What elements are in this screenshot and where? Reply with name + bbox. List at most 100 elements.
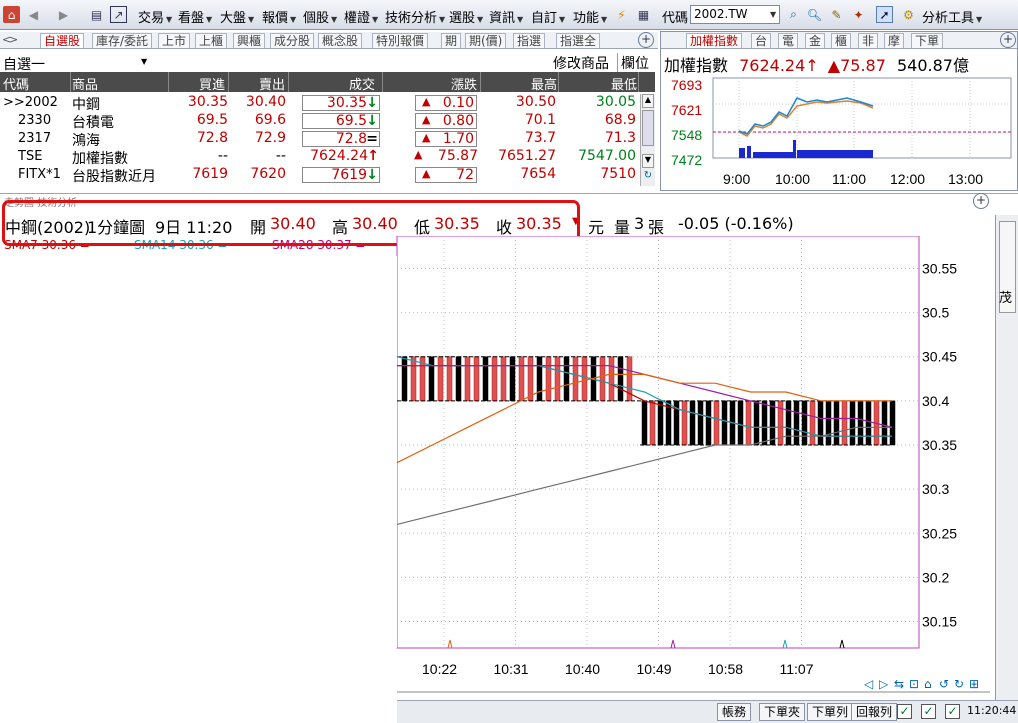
scroll-up-icon[interactable]: ▲ (642, 94, 654, 108)
chart-tool-icon-1[interactable]: ▷ (879, 677, 889, 691)
index-tab-0[interactable]: 加權指數 (686, 33, 743, 48)
alert-icon[interactable]: ✦ (850, 6, 867, 23)
code-input[interactable]: 2002.TW (690, 5, 780, 24)
refresh-icon[interactable]: ↻ (642, 170, 654, 184)
quote-search-icon[interactable]: ⌕ (785, 6, 802, 23)
tab-watchlist-6[interactable]: 概念股 (318, 33, 363, 48)
header-col-1[interactable]: 商品 (72, 74, 98, 93)
code-dropdown-icon[interactable]: ▼ (770, 6, 780, 23)
index-tab-2[interactable]: 電 (778, 33, 799, 48)
tab-watchlist-1[interactable]: 庫存/委託 (92, 33, 153, 48)
print-icon[interactable]: ▤ (88, 6, 105, 23)
menu-item-9[interactable]: 自訂 ▼ (531, 7, 565, 26)
row-bid: 72.8 (196, 130, 228, 146)
index-tab-5[interactable]: 非 (858, 33, 879, 48)
modify-symbols-button[interactable]: 修改商品 (553, 53, 609, 73)
candle-47 (809, 400, 816, 446)
pointer-icon[interactable]: ➚ (876, 6, 893, 23)
chevron-down-icon: ▼ (290, 15, 297, 24)
tab-watchlist-11[interactable]: 指選全 (556, 33, 601, 48)
chart-tool-icon-7[interactable]: ⊞ (969, 677, 979, 691)
index-tab-7[interactable]: 下單 (911, 33, 944, 48)
row-last-box: 30.35 ↓ (302, 95, 380, 111)
tab-watchlist-8[interactable]: 期 (441, 33, 462, 48)
chart-tool-icon-6[interactable]: ↻ (954, 677, 964, 691)
bottom-button-1[interactable]: 下單夾 (759, 703, 806, 721)
chevron-down-icon: ▼ (166, 15, 173, 24)
menu-item-4[interactable]: 個股 ▼ (303, 7, 337, 26)
scroll-thumb[interactable] (642, 110, 654, 146)
header-col-2[interactable]: 買進 (199, 74, 225, 93)
dictionary-icon[interactable]: ✎ (828, 6, 845, 23)
bottom-button-2[interactable]: 下單列 (807, 703, 854, 721)
header-col-0[interactable]: 代碼 (3, 74, 29, 93)
tab-watchlist-9[interactable]: 期(價) (465, 33, 507, 48)
watchlist-scrollbar[interactable]: ▲ ▼ ↻ (640, 94, 655, 186)
tab-watchlist-4[interactable]: 興櫃 (233, 33, 266, 48)
chart-tool-icon-2[interactable]: ⇆ (894, 677, 904, 691)
bottom-button-3[interactable]: 回報列 (851, 703, 898, 721)
bottom-button-0[interactable]: 帳務 (717, 703, 752, 721)
index-tab-1[interactable]: 台 (751, 33, 772, 48)
analysis-tools-menu[interactable]: 分析工具 ▼ (922, 7, 982, 26)
menu-item-3[interactable]: 報價 ▼ (262, 7, 296, 26)
index-zoom-icon[interactable]: + (1000, 32, 1016, 48)
table-row[interactable]: 2330 台積電 69.5 69.6 69.5 ↓ ▲ 0.80 70.1 68.9 (0, 112, 640, 131)
checkbox-2[interactable]: ✓ (921, 704, 936, 719)
menu-item-1[interactable]: 看盤 ▼ (178, 7, 212, 26)
tab-watchlist-7[interactable]: 特別報價 (372, 33, 429, 48)
candle-10 (491, 356, 498, 402)
candle-16 (545, 356, 552, 402)
index-tab-6[interactable]: 摩 (884, 33, 905, 48)
menu-item-7[interactable]: 選股 ▼ (449, 7, 483, 26)
row-ask: 69.6 (254, 112, 286, 128)
candle-24 (617, 356, 624, 402)
candle-3 (428, 356, 435, 402)
zoom-in-icon[interactable]: + (638, 32, 654, 48)
index-tab-3[interactable]: 金 (805, 33, 826, 48)
menu-item-0[interactable]: 交易 ▼ (138, 7, 172, 26)
menu-item-10[interactable]: 功能 ▼ (573, 7, 607, 26)
tab-watchlist-0[interactable]: 自選股 (40, 33, 85, 48)
magnifier-icon[interactable]: 🔍︎ (806, 6, 823, 23)
forward-icon[interactable]: ▶ (55, 6, 72, 23)
table-row[interactable]: 2317 鴻海 72.8 72.9 72.8 = ▲ 1.70 73.7 71.3 (0, 130, 640, 149)
header-col-5[interactable]: 漲跌 (451, 74, 477, 93)
header-col-4[interactable]: 成交 (349, 74, 375, 93)
header-col-6[interactable]: 最高 (531, 74, 557, 93)
tab-watchlist-10[interactable]: 指選 (513, 33, 546, 48)
chart-zoom-icon[interactable]: + (973, 193, 989, 209)
table-row[interactable]: TSE 加權指數 -- -- 7624.24 ↑ ▲ 75.87 7651.27 7547.00 (0, 148, 640, 167)
tab-watchlist-3[interactable]: 上櫃 (195, 33, 228, 48)
header-col-3[interactable]: 賣出 (259, 74, 285, 93)
chart-tool-icon-5[interactable]: ↺ (939, 677, 949, 691)
checkbox-3[interactable]: ✓ (945, 704, 960, 719)
index-tab-4[interactable]: 櫃 (831, 33, 852, 48)
menu-item-8[interactable]: 資訊 ▼ (489, 7, 523, 26)
lightning-icon[interactable]: ⚡ (613, 6, 630, 23)
analysis-tool-icon[interactable]: ⚙ (900, 6, 917, 23)
columns-button[interactable]: 欄位 (617, 53, 649, 73)
tab-watchlist-5[interactable]: 成分股 (270, 33, 315, 48)
tab-watchlist-2[interactable]: 上市 (158, 33, 191, 48)
notepad-icon[interactable]: ▦ (635, 6, 652, 23)
tab-scroll-right-icon[interactable]: > (9, 33, 18, 46)
row-name: 中鋼 (72, 97, 100, 113)
checkbox-1[interactable]: ✓ (897, 704, 912, 719)
group-selector[interactable]: 自選一 ▼ (3, 54, 147, 74)
table-row[interactable]: >>2002 中鋼 30.35 30.40 30.35 ↓ ▲ 0.10 30.50 30.05 (0, 94, 640, 113)
chart-tool-icon-4[interactable]: ⌂ (924, 677, 932, 691)
menu-item-2[interactable]: 大盤 ▼ (220, 7, 254, 26)
header-col-7[interactable]: 最低 (611, 74, 637, 93)
index-xtick-5: 13:00 (948, 171, 983, 187)
external-link-icon[interactable]: ↗ (110, 6, 127, 23)
menu-item-5[interactable]: 權證 ▼ (344, 7, 378, 26)
home-icon[interactable]: ⌂ (3, 6, 20, 23)
back-icon[interactable]: ◀ (25, 6, 42, 23)
scroll-down-icon[interactable]: ▼ (642, 154, 654, 168)
table-row[interactable]: FITX*1 台股指數近月 7619 7620 7619 ↓ ▲ 72 7654 7510 (0, 166, 640, 185)
row-change-box: ▲ 0.10 (415, 95, 477, 111)
menu-item-6[interactable]: 技術分析 ▼ (385, 7, 445, 26)
chart-tool-icon-3[interactable]: ⊡ (909, 677, 919, 691)
chart-tool-icon-0[interactable]: ◁ (863, 677, 873, 691)
